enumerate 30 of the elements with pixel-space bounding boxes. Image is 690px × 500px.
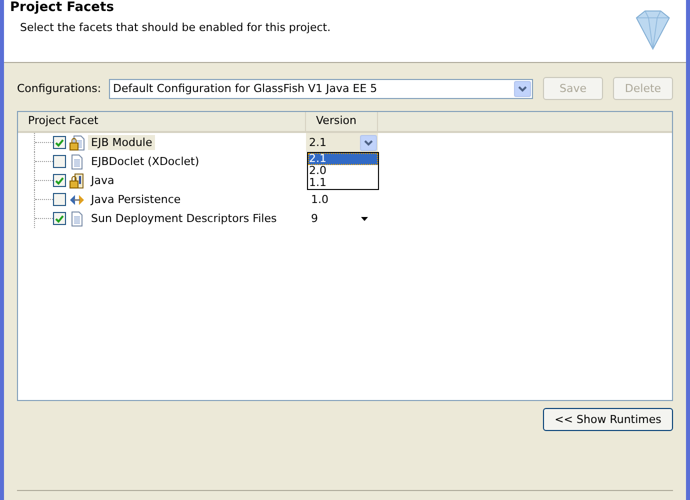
document-icon xyxy=(69,154,85,170)
facet-name[interactable]: Java xyxy=(88,173,118,188)
chevron-icon xyxy=(364,140,373,146)
facet-name[interactable]: EJB Module xyxy=(88,135,156,150)
page-description: Select the facets that should be enabled for this project. xyxy=(20,21,331,34)
locked-jar-icon xyxy=(69,172,85,188)
show-runtimes-button[interactable]: << Show Runtimes xyxy=(543,408,673,431)
version-value: 1.0 xyxy=(310,193,328,206)
chevron-icon xyxy=(518,86,527,92)
version-dropdown[interactable]: 2.1 xyxy=(306,133,378,152)
checkbox[interactable] xyxy=(53,212,66,225)
version-option[interactable]: 1.1 xyxy=(308,177,378,189)
version-option[interactable]: 2.0 xyxy=(308,165,378,177)
checkbox[interactable] xyxy=(53,155,66,168)
checkbox[interactable] xyxy=(53,136,66,149)
document-icon xyxy=(69,210,85,226)
facet-name[interactable]: Sun Deployment Descriptors Files xyxy=(88,211,280,226)
checkbox[interactable] xyxy=(53,193,66,206)
locked-document-icon xyxy=(69,134,85,150)
version-value: 9 xyxy=(310,212,318,225)
configurations-label: Configurations: xyxy=(17,82,102,95)
page-title: Project Facets xyxy=(10,0,115,15)
caret-icon[interactable] xyxy=(361,216,368,220)
column-header[interactable]: Project Facet xyxy=(18,112,306,131)
configuration-dropdown[interactable]: Default Configuration for GlassFish V1 Java EE 5 xyxy=(109,78,533,98)
checkbox[interactable] xyxy=(53,174,66,187)
facet-name[interactable]: Java Persistence xyxy=(88,192,184,207)
column-header[interactable]: Version xyxy=(306,112,378,131)
version-option[interactable]: 2.1 xyxy=(308,153,378,165)
facet-name[interactable]: EJBDoclet (XDoclet) xyxy=(88,154,202,169)
